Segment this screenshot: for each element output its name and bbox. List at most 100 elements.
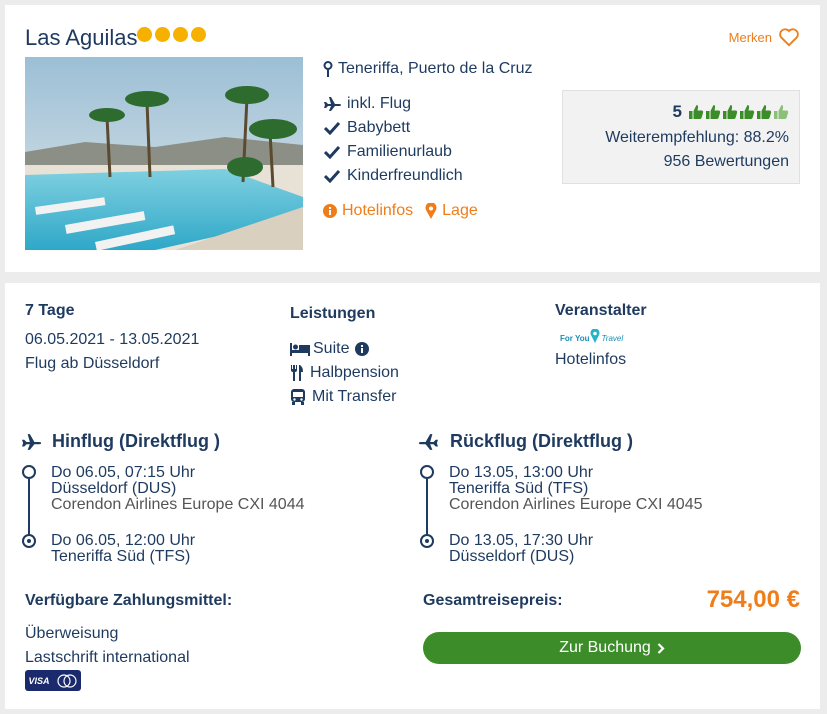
- outbound-title: Hinflug (Direktflug ): [52, 431, 220, 451]
- offer-card: 7 Tage 06.05.2021 - 13.05.2021 Flug ab D…: [5, 283, 820, 709]
- trip-duration: 7 Tage: [25, 302, 75, 319]
- outbound-departure: Do 06.05, 07:15 Uhr Düsseldorf (DUS) Cor…: [51, 465, 305, 513]
- return-dep-time: Do 13.05, 13:00 Uhr: [449, 464, 594, 481]
- hotel-photo[interactable]: [25, 57, 303, 250]
- thumb-full-icon: [689, 105, 704, 119]
- outbound-header: Hinflug (Direktflug ): [20, 431, 220, 452]
- services-heading: Leistungen: [290, 305, 376, 322]
- bus-icon: [291, 389, 305, 405]
- feature-label: Familienurlaub: [347, 143, 452, 160]
- star-icon: [137, 27, 152, 42]
- merken-button[interactable]: Merken: [729, 27, 800, 47]
- timeline-end-dot: [22, 534, 36, 548]
- recommendation-text: Weiterempfehlung: 88.2%: [605, 129, 789, 146]
- total-price: 754,00 €: [706, 586, 800, 613]
- booking-button-label: Zur Buchung: [559, 639, 651, 656]
- payment-heading: Verfügbare Zahlungsmittel:: [25, 592, 233, 609]
- timeline-end-dot: [420, 534, 434, 548]
- location-text: Teneriffa, Puerto de la Cruz: [338, 60, 533, 77]
- plane-icon: [22, 433, 42, 450]
- payment-method: Überweisung: [25, 625, 119, 642]
- return-arr-time: Do 13.05, 17:30 Uhr: [449, 532, 594, 549]
- operator-logo-text-1: For You: [560, 334, 590, 343]
- thumb-full-icon: [757, 105, 772, 119]
- rating-box: 5 Weiterempfehlung: 88.2% 956 Bewertunge…: [562, 90, 800, 184]
- map-marker-icon: [425, 203, 437, 219]
- feature-label: Babybett: [347, 119, 411, 136]
- hotelinfos-label: Hotelinfos: [342, 202, 414, 219]
- reviews-count[interactable]: 956 Bewertungen: [664, 153, 789, 171]
- outbound-arr-time: Do 06.05, 12:00 Uhr: [51, 532, 196, 549]
- thumb-full-icon: [706, 105, 721, 119]
- hotelinfos-link[interactable]: Hotelinfos: [323, 202, 413, 220]
- trip-departure: Flug ab Düsseldorf: [25, 355, 160, 372]
- thumb-partial-icon: [774, 105, 789, 119]
- total-price-label: Gesamtreisepreis:: [423, 592, 563, 609]
- feature-label: inkl. Flug: [347, 95, 412, 112]
- operator-hotelinfos-link[interactable]: Hotelinfos: [555, 351, 626, 369]
- lage-link[interactable]: Lage: [425, 202, 478, 220]
- feature-item: Babybett: [323, 116, 463, 140]
- star-icon: [191, 27, 206, 42]
- service-board-label: Halbpension: [310, 364, 399, 381]
- return-header: Rückflug (Direktflug ): [418, 431, 633, 452]
- service-board: Halbpension: [290, 364, 399, 382]
- operator-heading: Veranstalter: [555, 302, 647, 319]
- rating-score-row: 5: [673, 102, 789, 122]
- thumbs-rating: [688, 104, 789, 120]
- heart-icon: [779, 28, 799, 47]
- hotel-stars: [137, 27, 206, 42]
- check-icon: [323, 144, 341, 160]
- plane-icon: [323, 96, 341, 112]
- visa-logo: VISA: [25, 670, 53, 691]
- service-room-label: Suite: [313, 340, 350, 357]
- hotel-card: Las Aguilas Merken Teneriffa, Puerto de …: [5, 5, 820, 272]
- star-icon: [155, 27, 170, 42]
- thumb-full-icon: [723, 105, 738, 119]
- hotel-links: Hotelinfos Lage: [323, 202, 478, 220]
- timeline-start-dot: [22, 465, 36, 479]
- location-pin-icon: [591, 329, 600, 343]
- feature-list: inkl. Flug Babybett Familienurlaub Kinde…: [323, 92, 463, 188]
- lage-label: Lage: [442, 202, 478, 219]
- feature-item: inkl. Flug: [323, 92, 463, 116]
- hotel-location: Teneriffa, Puerto de la Cruz: [323, 60, 532, 78]
- cutlery-icon: [291, 365, 303, 381]
- timeline-line: [28, 479, 30, 535]
- outbound-arrival: Do 06.05, 12:00 Uhr Teneriffa Süd (TFS): [51, 533, 195, 565]
- return-title: Rückflug (Direktflug ): [450, 431, 633, 451]
- payment-logos: VISA: [25, 670, 81, 691]
- payment-method: Lastschrift international: [25, 649, 190, 666]
- feature-item: Kinderfreundlich: [323, 164, 463, 188]
- outbound-airline: Corendon Airlines Europe CXI 4044: [51, 496, 305, 513]
- map-pin-icon: [323, 61, 333, 77]
- check-icon: [323, 120, 341, 136]
- mastercard-logo: [53, 670, 81, 691]
- thumb-full-icon: [740, 105, 755, 119]
- service-transfer: Mit Transfer: [290, 388, 396, 406]
- check-icon: [323, 168, 341, 184]
- booking-button[interactable]: Zur Buchung: [423, 632, 801, 664]
- info-icon: [323, 204, 337, 218]
- outbound-dep-airport: Düsseldorf (DUS): [51, 480, 177, 497]
- return-arr-airport: Düsseldorf (DUS): [449, 548, 575, 565]
- operator-logo-text-2: Travel: [601, 334, 624, 343]
- trip-dates: 06.05.2021 - 13.05.2021: [25, 331, 200, 348]
- hotel-name[interactable]: Las Aguilas: [25, 25, 138, 51]
- feature-item: Familienurlaub: [323, 140, 463, 164]
- merken-label: Merken: [728, 29, 772, 45]
- chevron-right-icon: [657, 642, 665, 654]
- timeline-line: [426, 479, 428, 535]
- return-dep-airport: Teneriffa Süd (TFS): [449, 480, 589, 497]
- service-room: Suite: [290, 340, 370, 358]
- return-airline: Corendon Airlines Europe CXI 4045: [449, 496, 703, 513]
- rating-score: 5: [672, 102, 682, 121]
- plane-icon: [418, 433, 438, 450]
- return-arrival: Do 13.05, 17:30 Uhr Düsseldorf (DUS): [449, 533, 593, 565]
- timeline-start-dot: [420, 465, 434, 479]
- bed-icon: [290, 342, 310, 356]
- return-departure: Do 13.05, 13:00 Uhr Teneriffa Süd (TFS) …: [449, 465, 703, 513]
- info-icon[interactable]: [355, 342, 370, 356]
- feature-label: Kinderfreundlich: [347, 167, 463, 184]
- outbound-dep-time: Do 06.05, 07:15 Uhr: [51, 464, 196, 481]
